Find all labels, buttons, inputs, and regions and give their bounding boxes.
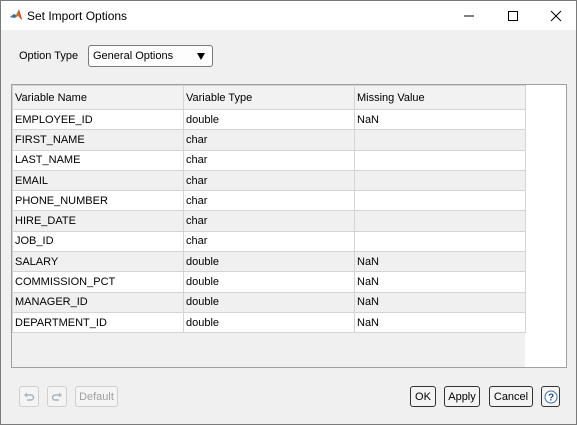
table-row[interactable]: SALARY double NaN — [12, 251, 526, 273]
minimize-icon — [464, 15, 474, 16]
cell-missing-value[interactable]: NaN — [354, 291, 526, 313]
cell-variable-name[interactable]: SALARY — [12, 251, 184, 273]
undo-button[interactable] — [19, 386, 39, 407]
cell-variable-name[interactable]: PHONE_NUMBER — [12, 190, 184, 212]
maximize-button[interactable] — [492, 1, 534, 30]
table-row[interactable]: LAST_NAME char — [12, 149, 526, 171]
option-type-value: General Options — [93, 50, 174, 62]
cell-variable-name[interactable]: EMAIL — [12, 169, 184, 192]
cell-variable-name[interactable]: COMMISSION_PCT — [12, 271, 184, 293]
cell-variable-name[interactable]: FIRST_NAME — [12, 129, 184, 151]
cell-missing-value[interactable] — [354, 230, 526, 253]
option-type-dropdown[interactable]: General Options — [88, 45, 213, 67]
cell-variable-name[interactable]: HIRE_DATE — [12, 210, 184, 232]
ok-button[interactable]: OK — [410, 386, 436, 407]
cell-missing-value[interactable] — [354, 169, 526, 192]
cell-variable-name[interactable]: DEPARTMENT_ID — [12, 311, 184, 334]
help-glyph: ? — [547, 392, 553, 403]
cell-missing-value[interactable]: NaN — [354, 108, 526, 131]
cell-missing-value[interactable] — [354, 129, 526, 151]
cell-variable-type[interactable]: char — [183, 169, 355, 192]
cell-variable-type[interactable]: double — [183, 108, 355, 131]
close-button[interactable] — [535, 1, 577, 30]
header-variable-type[interactable]: Variable Type — [183, 85, 355, 110]
window-title: Set Import Options — [27, 9, 128, 23]
cell-variable-name[interactable]: LAST_NAME — [12, 149, 184, 171]
cell-missing-value[interactable]: NaN — [354, 271, 526, 293]
cell-missing-value[interactable]: NaN — [354, 251, 526, 273]
option-type-label: Option Type — [19, 50, 79, 62]
undo-icon — [24, 392, 35, 401]
matlab-logo-icon — [10, 9, 22, 20]
table-row[interactable]: DEPARTMENT_ID double NaN — [12, 311, 526, 334]
table-row[interactable]: EMPLOYEE_ID double NaN — [12, 108, 526, 131]
apply-button[interactable]: Apply — [444, 386, 480, 407]
header-variable-name[interactable]: Variable Name — [12, 85, 184, 110]
default-button[interactable]: Default — [75, 386, 118, 407]
cell-variable-type[interactable]: char — [183, 230, 355, 253]
cell-variable-type[interactable]: char — [183, 190, 355, 212]
cell-variable-type[interactable]: char — [183, 210, 355, 232]
cell-variable-type[interactable]: double — [183, 291, 355, 313]
cell-missing-value[interactable] — [354, 149, 526, 171]
help-button[interactable]: ? — [541, 386, 560, 407]
cell-variable-type[interactable]: char — [183, 129, 355, 151]
cell-variable-type[interactable]: char — [183, 149, 355, 171]
dropdown-caret-icon — [197, 53, 205, 60]
header-missing-value[interactable]: Missing Value — [354, 85, 526, 110]
cell-missing-value[interactable] — [354, 190, 526, 212]
minimize-button[interactable] — [448, 1, 490, 30]
cell-variable-type[interactable]: double — [183, 271, 355, 293]
table-row[interactable]: COMMISSION_PCT double NaN — [12, 271, 526, 293]
cell-variable-name[interactable]: MANAGER_ID — [12, 291, 184, 313]
cell-variable-type[interactable]: double — [183, 251, 355, 273]
variables-table-frame[interactable]: Variable Name Variable Type Missing Valu… — [11, 84, 567, 368]
title-bar: Set Import Options — [1, 1, 576, 30]
table-row[interactable]: JOB_ID char — [12, 230, 526, 253]
cancel-button[interactable]: Cancel — [489, 386, 533, 407]
close-icon — [550, 10, 562, 21]
table-row[interactable]: FIRST_NAME char — [12, 129, 526, 151]
table-header-row: Variable Name Variable Type Missing Valu… — [12, 85, 526, 110]
help-icon: ? — [544, 390, 557, 403]
table-row[interactable]: EMAIL char — [12, 169, 526, 192]
cell-missing-value[interactable]: NaN — [354, 311, 526, 334]
redo-icon — [51, 392, 62, 401]
set-import-options-dialog: Set Import Options Option Type General O… — [0, 0, 577, 425]
cell-variable-name[interactable]: JOB_ID — [12, 230, 184, 253]
maximize-icon — [508, 10, 518, 21]
cell-missing-value[interactable] — [354, 210, 526, 232]
cell-variable-type[interactable]: double — [183, 311, 355, 334]
variables-table: Variable Name Variable Type Missing Valu… — [12, 85, 526, 334]
cell-variable-name[interactable]: EMPLOYEE_ID — [12, 108, 184, 131]
redo-button[interactable] — [47, 386, 67, 407]
table-row[interactable]: PHONE_NUMBER char — [12, 190, 526, 212]
table-row[interactable]: HIRE_DATE char — [12, 210, 526, 232]
table-row[interactable]: MANAGER_ID double NaN — [12, 291, 526, 313]
